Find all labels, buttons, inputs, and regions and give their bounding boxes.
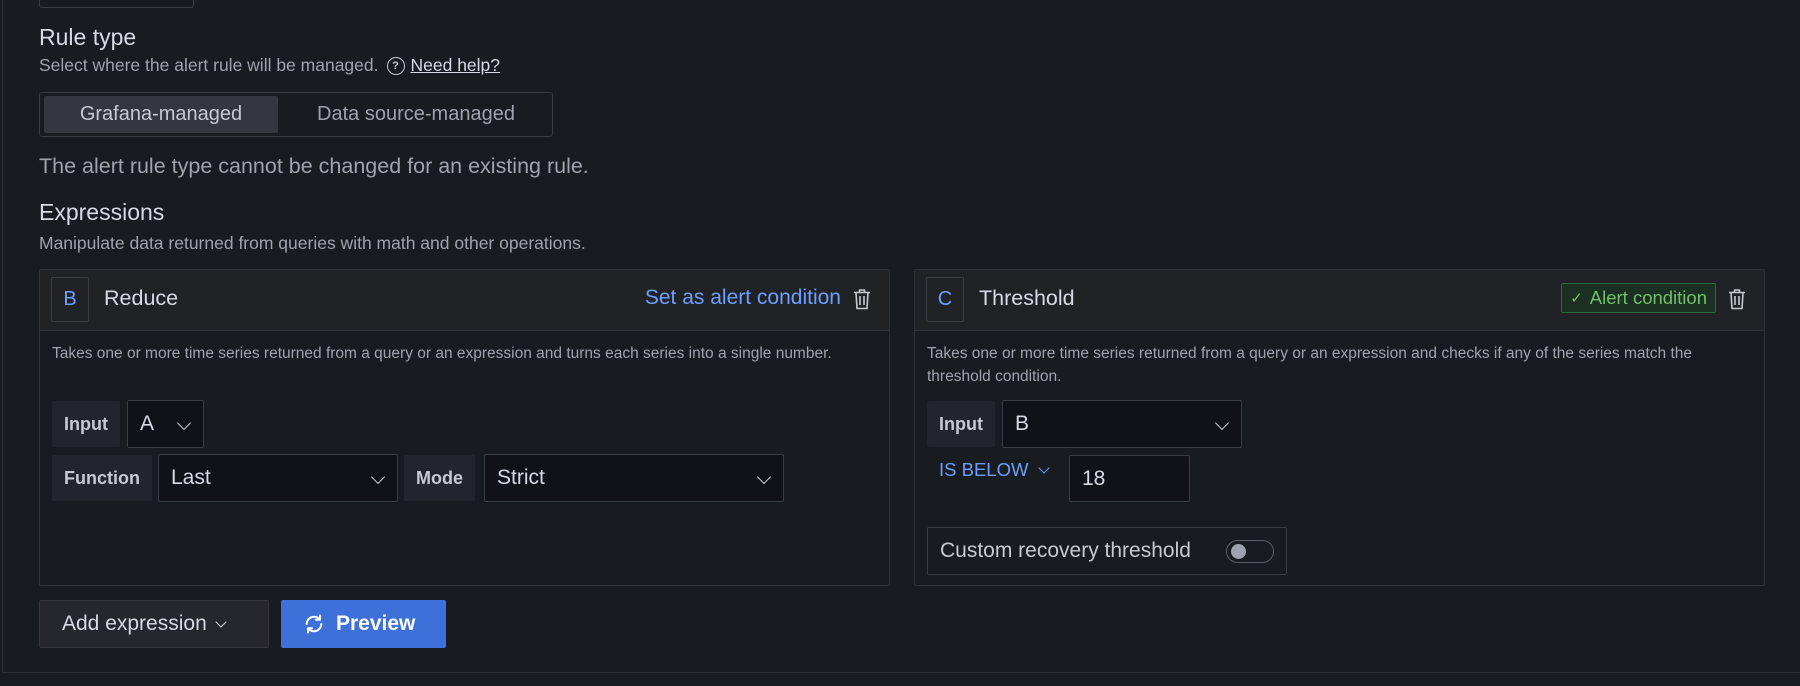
toggle-knob: [1231, 544, 1246, 559]
add-expression-button[interactable]: Add expression: [39, 600, 269, 648]
threshold-condition-value: IS BELOW: [939, 459, 1029, 480]
input-select[interactable]: A: [127, 400, 204, 448]
rule-type-heading: Rule type: [39, 24, 137, 50]
chevron-down-icon: [1038, 461, 1051, 474]
grafana-managed-option[interactable]: Grafana-managed: [44, 96, 278, 133]
input-label: Input: [927, 401, 995, 447]
threshold-value: 18: [1082, 466, 1106, 490]
chevron-down-icon: [756, 469, 772, 485]
function-select[interactable]: Last: [158, 454, 398, 502]
sync-icon: [305, 614, 323, 634]
card-header: C Threshold ✓ Alert condition: [915, 270, 1764, 331]
card-description: Takes one or more time series returned f…: [52, 345, 832, 362]
rule-type-description-text: Select where the alert rule will be mana…: [39, 55, 379, 75]
input-select[interactable]: B: [1002, 400, 1242, 448]
function-label: Function: [52, 455, 152, 501]
mode-select[interactable]: Strict: [484, 454, 784, 502]
add-expression-label: Add expression: [62, 612, 207, 635]
alert-condition-label: Alert condition: [1589, 287, 1707, 308]
threshold-condition-select[interactable]: IS BELOW: [939, 459, 1051, 481]
input-label: Input: [52, 401, 120, 447]
expressions-description: Manipulate data returned from queries wi…: [39, 233, 586, 253]
check-icon: ✓: [1570, 290, 1583, 307]
data-source-managed-option[interactable]: Data source-managed: [286, 96, 546, 133]
custom-recovery-threshold-field: Custom recovery threshold: [927, 527, 1287, 575]
set-as-alert-condition-button[interactable]: Set as alert condition: [645, 286, 841, 310]
input-select-value: B: [1015, 412, 1030, 435]
ref-id-badge[interactable]: B: [51, 277, 89, 322]
chevron-down-icon: [176, 415, 192, 431]
mode-label: Mode: [404, 455, 475, 501]
card-description: Takes one or more time series returned f…: [927, 345, 1693, 385]
threshold-value-input[interactable]: 18: [1069, 455, 1190, 502]
mode-select-value: Strict: [497, 466, 545, 489]
preview-button[interactable]: Preview: [281, 600, 446, 648]
rule-type-description: Select where the alert rule will be mana…: [39, 55, 500, 76]
rule-type-selector: Grafana-managed Data source-managed: [39, 92, 553, 137]
trash-icon[interactable]: [1728, 288, 1746, 310]
expressions-heading: Expressions: [39, 199, 165, 225]
chevron-down-icon: [215, 615, 227, 628]
chevron-down-icon: [1214, 415, 1230, 431]
ref-id-badge[interactable]: C: [926, 277, 964, 322]
preview-label: Preview: [336, 612, 416, 635]
alert-condition-badge: ✓ Alert condition: [1561, 283, 1716, 313]
card-title: Reduce: [104, 286, 179, 310]
card-title: Threshold: [979, 286, 1075, 310]
need-help-link[interactable]: Need help?: [411, 55, 501, 76]
card-header: B Reduce Set as alert condition: [40, 270, 889, 331]
chevron-down-icon: [370, 469, 386, 485]
help-circle-icon: ?: [386, 56, 405, 75]
rule-type-note: The alert rule type cannot be changed fo…: [39, 154, 589, 178]
custom-recovery-threshold-label: Custom recovery threshold: [940, 539, 1191, 562]
input-select-value: A: [140, 412, 155, 435]
previous-section-stub: [39, 0, 194, 8]
function-select-value: Last: [171, 466, 211, 489]
trash-icon[interactable]: [853, 288, 871, 310]
expression-card-reduce: B Reduce Set as alert condition Takes on…: [39, 269, 890, 586]
custom-recovery-threshold-toggle[interactable]: [1226, 540, 1274, 563]
